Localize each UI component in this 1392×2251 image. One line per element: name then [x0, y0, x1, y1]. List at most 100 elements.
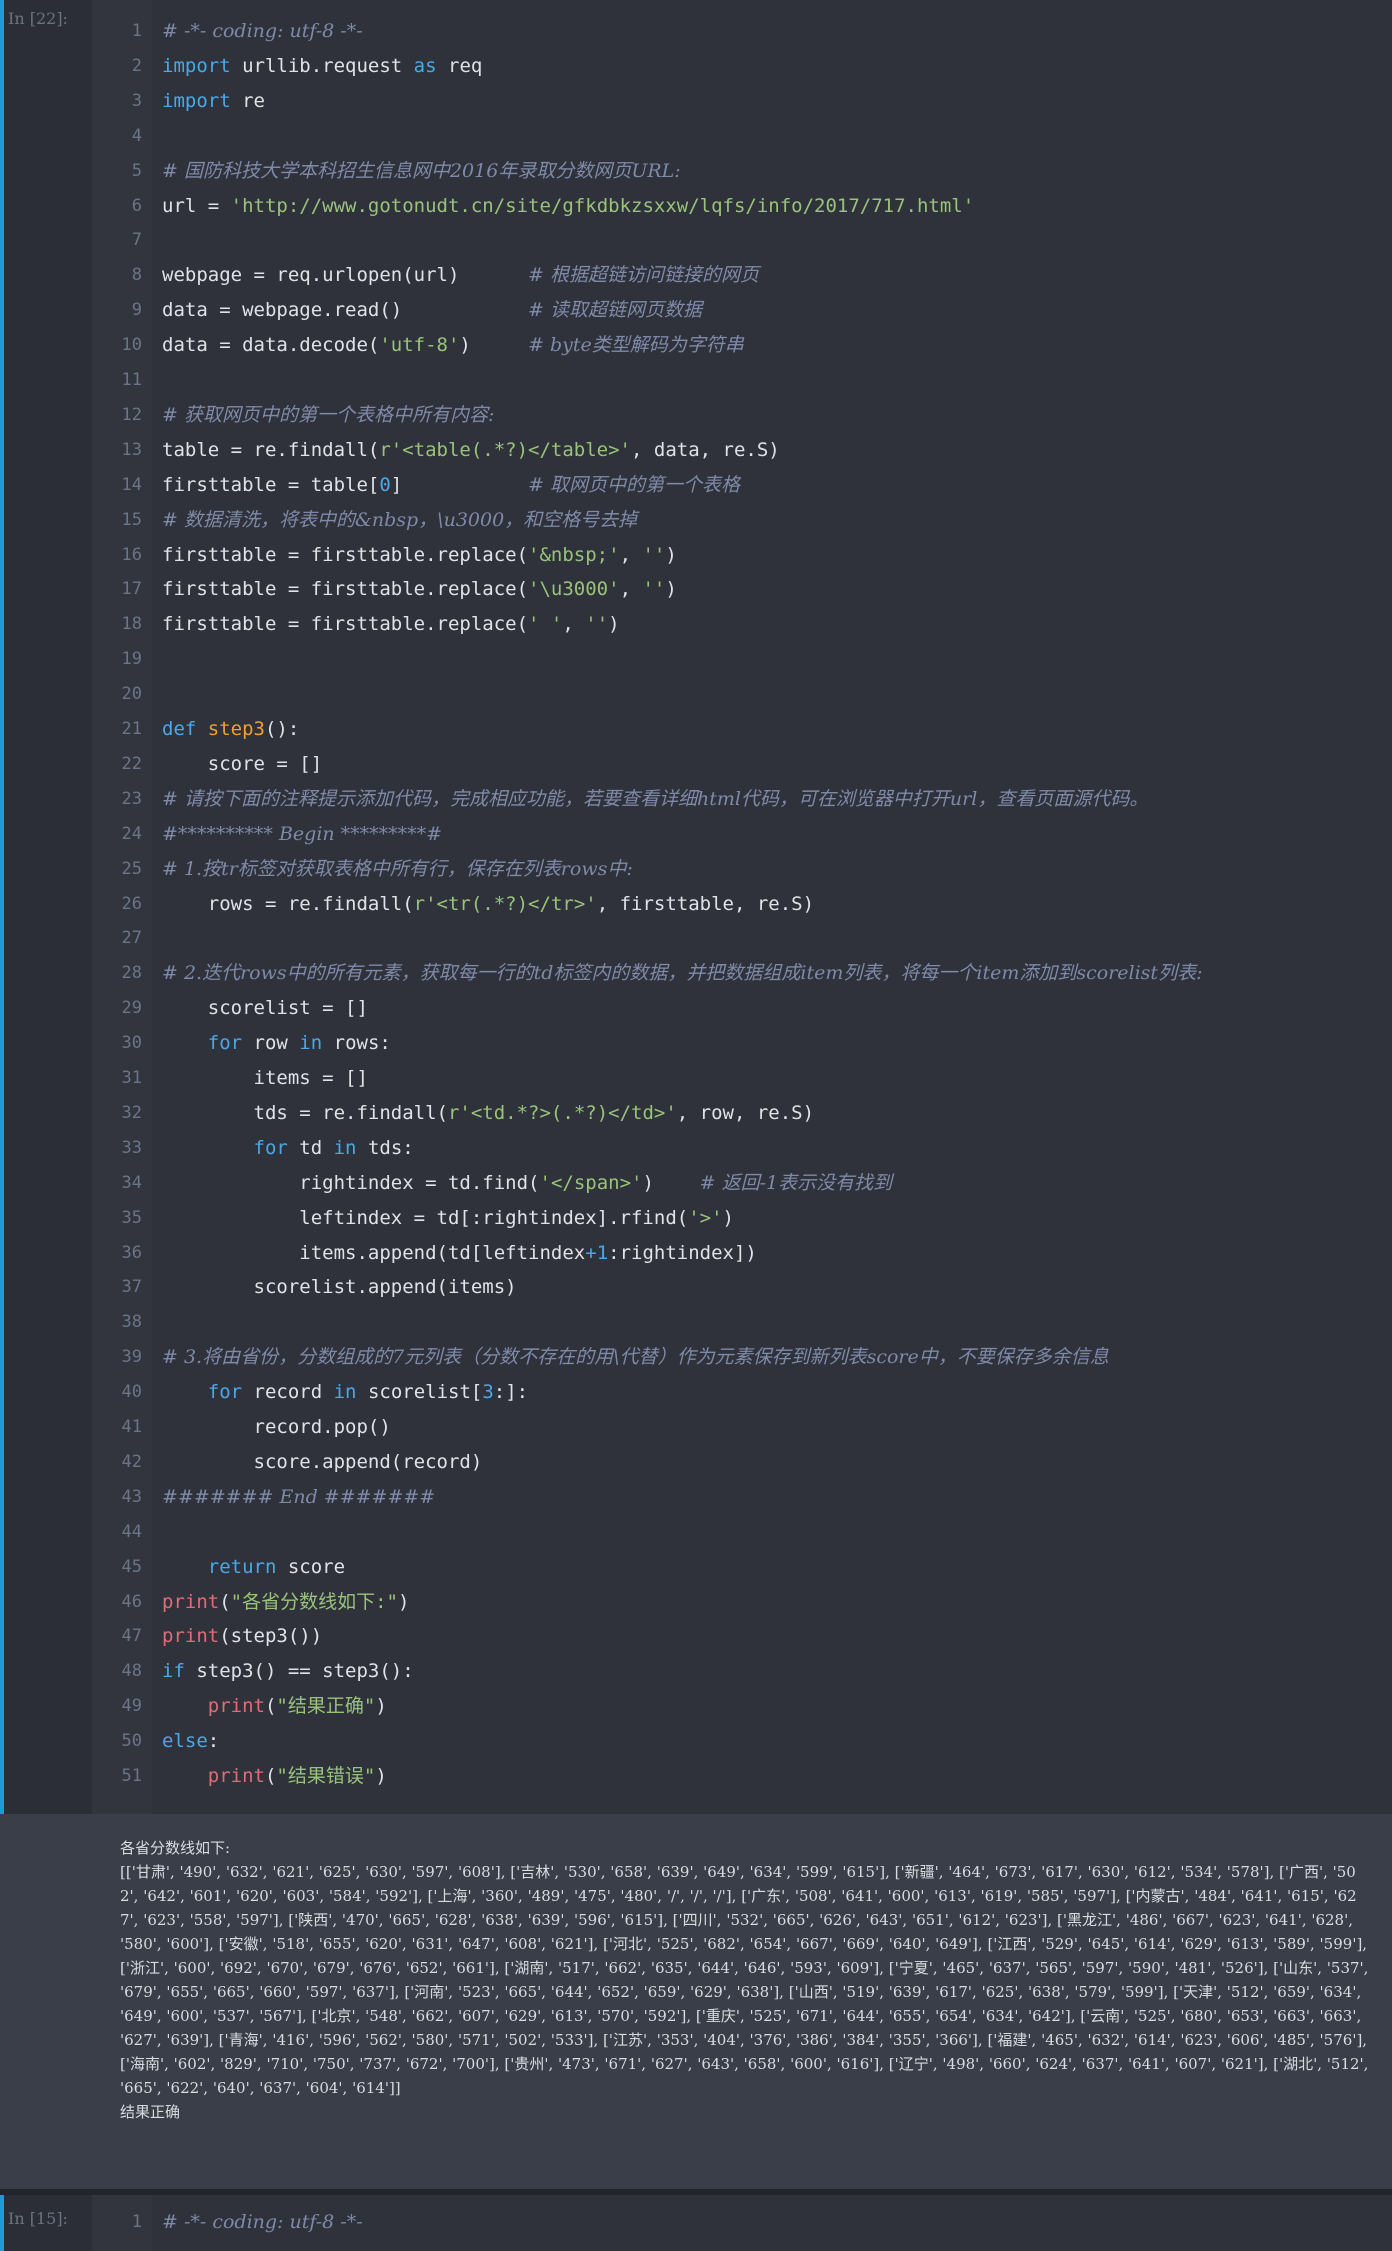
code-line[interactable]: 48 if step3() == step3():: [92, 1654, 1392, 1689]
line-code[interactable]: firsttable = firsttable.replace('&nbsp;'…: [162, 538, 677, 573]
line-code[interactable]: firsttable = firsttable.replace(' ', ''): [162, 607, 620, 642]
code-line[interactable]: 43 ####### End #######: [92, 1480, 1392, 1515]
line-code[interactable]: items = []: [162, 1061, 368, 1096]
line-code[interactable]: firsttable = table[0] # 取网页中的第一个表格: [162, 468, 740, 503]
code-line[interactable]: 34 rightindex = td.find('</span>') # 返回-…: [92, 1166, 1392, 1201]
code-line[interactable]: 4: [92, 119, 1392, 154]
line-code[interactable]: score = []: [162, 747, 322, 782]
code-line[interactable]: 44: [92, 1515, 1392, 1550]
line-code[interactable]: for record in scorelist[3:]:: [162, 1375, 528, 1410]
code-line[interactable]: 42 score.append(record): [92, 1445, 1392, 1480]
code-line[interactable]: 19: [92, 642, 1392, 677]
line-code[interactable]: data = data.decode('utf-8') # byte类型解码为字…: [162, 328, 744, 363]
code-line[interactable]: 40 for record in scorelist[3:]:: [92, 1375, 1392, 1410]
line-code[interactable]: # 2.迭代rows中的所有元素，获取每一行的td标签内的数据，并把数据组成it…: [162, 956, 1202, 991]
line-code[interactable]: print("结果错误"): [162, 1759, 387, 1794]
code-line[interactable]: 22 score = []: [92, 747, 1392, 782]
line-code[interactable]: score.append(record): [162, 1445, 483, 1480]
code-line[interactable]: 35 leftindex = td[:rightindex].rfind('>'…: [92, 1201, 1392, 1236]
code-line[interactable]: 2 import urllib.request as req: [92, 49, 1392, 84]
code-line[interactable]: 9 data = webpage.read() # 读取超链网页数据: [92, 293, 1392, 328]
line-code[interactable]: rows = re.findall(r'<tr(.*?)</tr>', firs…: [162, 887, 814, 922]
code-line[interactable]: 45 return score: [92, 1550, 1392, 1585]
line-code[interactable]: for td in tds:: [162, 1131, 414, 1166]
code-line[interactable]: 8 webpage = req.urlopen(url) # 根据超链访问链接的网…: [92, 258, 1392, 293]
line-code[interactable]: print(step3()): [162, 1619, 322, 1654]
cell-1-editor[interactable]: 1 # -*- coding: utf-8 -*- 2 import urllib.r…: [92, 0, 1392, 1814]
code-line[interactable]: 17 firsttable = firsttable.replace('\u300…: [92, 572, 1392, 607]
code-line[interactable]: 33 for td in tds:: [92, 1131, 1392, 1166]
code-line[interactable]: 13 table = re.findall(r'<table(.*?)</tabl…: [92, 433, 1392, 468]
line-code[interactable]: # 国防科技大学本科招生信息网中2016年录取分数网页URL:: [162, 154, 681, 189]
code-line[interactable]: 47 print(step3()): [92, 1619, 1392, 1654]
line-code[interactable]: print("结果正确"): [162, 1689, 387, 1724]
line-code[interactable]: scorelist.append(items): [162, 1270, 517, 1305]
code-line[interactable]: 1 # -*- coding: utf-8 -*-: [92, 14, 1392, 49]
code-line[interactable]: 5 # 国防科技大学本科招生信息网中2016年录取分数网页URL:: [92, 154, 1392, 189]
cell-2-editor[interactable]: 1 # -*- coding: utf-8 -*-: [92, 2195, 1392, 2251]
code-line[interactable]: 36 items.append(td[leftindex+1:rightinde…: [92, 1236, 1392, 1271]
code-line[interactable]: 7: [92, 223, 1392, 258]
line-code[interactable]: # 1.按tr标签对获取表格中所有行，保存在列表rows中:: [162, 852, 633, 887]
code-line[interactable]: 21 def step3():: [92, 712, 1392, 747]
line-code[interactable]: record.pop(): [162, 1410, 391, 1445]
line-code[interactable]: for row in rows:: [162, 1026, 391, 1061]
code-line[interactable]: 23 # 请按下面的注释提示添加代码，完成相应功能，若要查看详细html代码，可在…: [92, 782, 1392, 817]
line-code[interactable]: def step3():: [162, 712, 299, 747]
line-code[interactable]: items.append(td[leftindex+1:rightindex]): [162, 1236, 757, 1271]
code-line[interactable]: 18 firsttable = firsttable.replace(' ', '…: [92, 607, 1392, 642]
line-code[interactable]: # 数据清洗，将表中的&nbsp，\u3000，和空格号去掉: [162, 503, 637, 538]
code-line[interactable]: 50 else:: [92, 1724, 1392, 1759]
line-code[interactable]: tds = re.findall(r'<td.*?>(.*?)</td>', r…: [162, 1096, 815, 1131]
line-code[interactable]: # 3.将由省份，分数组成的7元列表（分数不存在的用\代替）作为元素保存到新列表…: [162, 1340, 1109, 1375]
code-line[interactable]: 20: [92, 677, 1392, 712]
code-line[interactable]: 39 # 3.将由省份，分数组成的7元列表（分数不存在的用\代替）作为元素保存到新…: [92, 1340, 1392, 1375]
code-line[interactable]: 37 scorelist.append(items): [92, 1270, 1392, 1305]
line-code[interactable]: import re: [162, 84, 265, 119]
line-code[interactable]: # 请按下面的注释提示添加代码，完成相应功能，若要查看详细html代码，可在浏览…: [162, 782, 1148, 817]
line-code[interactable]: print("各省分数线如下:"): [162, 1585, 409, 1620]
code-line[interactable]: 6 url = 'http://www.gotonudt.cn/site/gfkd…: [92, 189, 1392, 224]
line-code[interactable]: # 获取网页中的第一个表格中所有内容:: [162, 398, 494, 433]
code-line[interactable]: 24 #********** Begin *********#: [92, 817, 1392, 852]
line-code[interactable]: data = webpage.read() # 读取超链网页数据: [162, 293, 702, 328]
code-line[interactable]: 49 print("结果正确"): [92, 1689, 1392, 1724]
code-line[interactable]: 31 items = []: [92, 1061, 1392, 1096]
code-line[interactable]: 3 import re: [92, 84, 1392, 119]
code-line[interactable]: 46 print("各省分数线如下:"): [92, 1585, 1392, 1620]
line-code[interactable]: import urllib.request as req: [162, 49, 482, 84]
line-code[interactable]: rightindex = td.find('</span>') # 返回-1表示…: [162, 1166, 892, 1201]
code-line[interactable]: 15 # 数据清洗，将表中的&nbsp，\u3000，和空格号去掉: [92, 503, 1392, 538]
line-code[interactable]: # -*- coding: utf-8 -*-: [162, 14, 363, 49]
line-code[interactable]: ####### End #######: [162, 1480, 435, 1515]
code-cell-1[interactable]: In [22]: 1 # -*- coding: utf-8 -*- 2 import…: [0, 0, 1392, 1814]
line-code[interactable]: #********** Begin *********#: [162, 817, 442, 852]
code-line[interactable]: 12 # 获取网页中的第一个表格中所有内容:: [92, 398, 1392, 433]
code-line[interactable]: 11: [92, 363, 1392, 398]
line-code[interactable]: # -*- coding: utf-8 -*-: [162, 2205, 363, 2240]
code-line[interactable]: 14 firsttable = table[0] # 取网页中的第一个表格: [92, 468, 1392, 503]
code-line[interactable]: 16 firsttable = firsttable.replace('&nbsp…: [92, 538, 1392, 573]
line-code[interactable]: webpage = req.urlopen(url) # 根据超链访问链接的网页: [162, 258, 759, 293]
line-code[interactable]: table = re.findall(r'<table(.*?)</table>…: [162, 433, 780, 468]
line-code[interactable]: if step3() == step3():: [162, 1654, 414, 1689]
code-cell-2[interactable]: In [15]: 1 # -*- coding: utf-8 -*-: [0, 2195, 1392, 2251]
code-line[interactable]: 32 tds = re.findall(r'<td.*?>(.*?)</td>'…: [92, 1096, 1392, 1131]
code-line[interactable]: 10 data = data.decode('utf-8') # byte类型解码…: [92, 328, 1392, 363]
code-line[interactable]: 51 print("结果错误"): [92, 1759, 1392, 1794]
line-code[interactable]: url = 'http://www.gotonudt.cn/site/gfkdb…: [162, 189, 974, 224]
code-line[interactable]: 25 # 1.按tr标签对获取表格中所有行，保存在列表rows中:: [92, 852, 1392, 887]
code-line[interactable]: 41 record.pop(): [92, 1410, 1392, 1445]
line-code[interactable]: else:: [162, 1724, 219, 1759]
code-line[interactable]: 38: [92, 1305, 1392, 1340]
code-line[interactable]: 27: [92, 921, 1392, 956]
line-code[interactable]: firsttable = firsttable.replace('\u3000'…: [162, 572, 677, 607]
line-code[interactable]: scorelist = []: [162, 991, 368, 1026]
line-code[interactable]: return score: [162, 1550, 345, 1585]
code-line[interactable]: 30 for row in rows:: [92, 1026, 1392, 1061]
code-line[interactable]: 29 scorelist = []: [92, 991, 1392, 1026]
code-line[interactable]: 1 # -*- coding: utf-8 -*-: [92, 2205, 1392, 2240]
code-line[interactable]: 26 rows = re.findall(r'<tr(.*?)</tr>', f…: [92, 887, 1392, 922]
line-code[interactable]: leftindex = td[:rightindex].rfind('>'): [162, 1201, 734, 1236]
code-line[interactable]: 28 # 2.迭代rows中的所有元素，获取每一行的td标签内的数据，并把数据组成…: [92, 956, 1392, 991]
